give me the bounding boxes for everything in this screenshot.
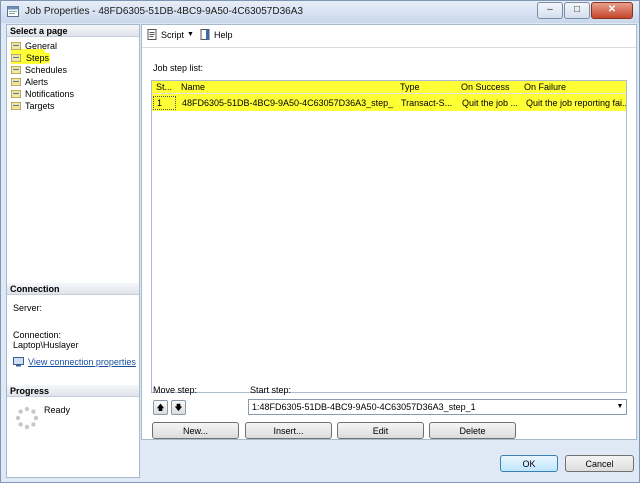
ok-button[interactable]: OK [500, 455, 558, 472]
page-item-label: Alerts [25, 77, 49, 87]
script-icon [147, 29, 157, 40]
connection-header: Connection [7, 283, 139, 295]
close-icon: ✕ [607, 4, 617, 15]
page-icon [11, 90, 21, 98]
window-controls: – □ ✕ [536, 2, 633, 19]
move-step-label: Move step: [153, 385, 198, 395]
server-label: Server: [13, 303, 43, 313]
progress-spinner-icon [15, 406, 39, 430]
toolbar: Script ▼ Help [142, 25, 636, 48]
window-title: Job Properties - 48FD6305-51DB-4BC9-9A50… [25, 6, 303, 17]
help-icon [200, 29, 210, 40]
view-connection-link[interactable]: View connection properties [13, 357, 136, 367]
table-row[interactable]: 1 48FD6305-51DB-4BC9-9A50-4C63057D36A3_s… [152, 95, 626, 111]
page-item-alerts[interactable]: Alerts [10, 76, 74, 88]
page-item-targets[interactable]: Targets [10, 100, 74, 112]
page-item-label: Targets [25, 101, 55, 111]
start-step-label: Start step: [250, 385, 292, 395]
maximize-button[interactable]: □ [564, 2, 590, 19]
move-up-button[interactable]: 🡅 [153, 400, 168, 415]
main-pane: Script ▼ Help Job step list: St... Name … [141, 24, 637, 440]
start-step-value: 1:48FD6305-51DB-4BC9-9A50-4C63057D36A3_s… [252, 402, 476, 412]
connection-value: Laptop\Huslayer [13, 340, 79, 350]
move-down-button[interactable]: 🡇 [171, 400, 186, 415]
page-icon [11, 54, 21, 62]
column-header-type[interactable]: Type [400, 81, 455, 93]
help-button[interactable]: Help [200, 29, 233, 40]
title-bar: Job Properties - 48FD6305-51DB-4BC9-9A50… [1, 1, 639, 23]
connection-properties-icon [13, 357, 24, 367]
progress-header: Progress [7, 385, 139, 397]
name-cell: 48FD6305-51DB-4BC9-9A50-4C63057D36A3_ste… [182, 98, 394, 108]
page-item-label: Steps [25, 53, 51, 63]
connection-label: Connection: [13, 330, 62, 340]
progress-status: Ready [44, 405, 71, 415]
chevron-down-icon: ▼ [187, 31, 194, 38]
page-item-label: Notifications [25, 89, 75, 99]
chevron-down-icon: ▼ [616, 403, 624, 410]
page-item-steps[interactable]: Steps [10, 52, 74, 64]
column-header-on-failure[interactable]: On Failure [524, 81, 624, 93]
list-header: St... Name Type On Success On Failure [152, 81, 626, 94]
page-icon [11, 78, 21, 86]
job-step-list[interactable]: St... Name Type On Success On Failure 1 … [151, 80, 627, 393]
column-header-on-success[interactable]: On Success [461, 81, 519, 93]
column-header-step[interactable]: St... [156, 81, 176, 93]
minimize-button[interactable]: – [537, 2, 563, 19]
close-button[interactable]: ✕ [591, 2, 633, 19]
select-page-header: Select a page [7, 25, 139, 37]
column-header-name[interactable]: Name [181, 81, 391, 93]
cancel-button[interactable]: Cancel [565, 455, 634, 472]
job-properties-window: Job Properties - 48FD6305-51DB-4BC9-9A50… [0, 0, 640, 483]
minimize-icon: – [547, 4, 553, 15]
start-step-select[interactable]: 1:48FD6305-51DB-4BC9-9A50-4C63057D36A3_s… [248, 399, 627, 415]
page-list: General Steps Schedules Alerts Notificat… [10, 40, 74, 112]
script-label: Script [161, 29, 185, 40]
delete-step-button[interactable]: Delete [429, 422, 516, 439]
page-icon [11, 102, 21, 110]
help-label: Help [214, 29, 233, 40]
page-item-label: Schedules [25, 65, 68, 75]
on-success-cell: Quit the job ... [462, 98, 519, 108]
step-cell: 1 [153, 96, 176, 110]
page-icon [11, 42, 21, 50]
page-item-general[interactable]: General [10, 40, 74, 52]
type-cell: Transact-S... [401, 98, 453, 108]
on-failure-cell: Quit the job reporting fai... [526, 98, 626, 108]
view-connection-link-label: View connection properties [28, 357, 136, 367]
page-item-label: General [25, 41, 58, 51]
left-pane: Select a page General Steps Schedules Al… [6, 24, 140, 478]
script-button[interactable]: Script ▼ [147, 29, 194, 40]
page-item-notifications[interactable]: Notifications [10, 88, 74, 100]
edit-step-button[interactable]: Edit [337, 422, 424, 439]
maximize-icon: □ [573, 4, 581, 15]
arrow-down-icon: 🡇 [174, 403, 183, 412]
insert-step-button[interactable]: Insert... [245, 422, 332, 439]
new-step-button[interactable]: New... [152, 422, 239, 439]
arrow-up-icon: 🡅 [156, 403, 165, 412]
job-step-list-label: Job step list: [153, 63, 204, 73]
page-icon [11, 66, 21, 74]
page-item-schedules[interactable]: Schedules [10, 64, 74, 76]
app-window-icon [7, 6, 19, 17]
